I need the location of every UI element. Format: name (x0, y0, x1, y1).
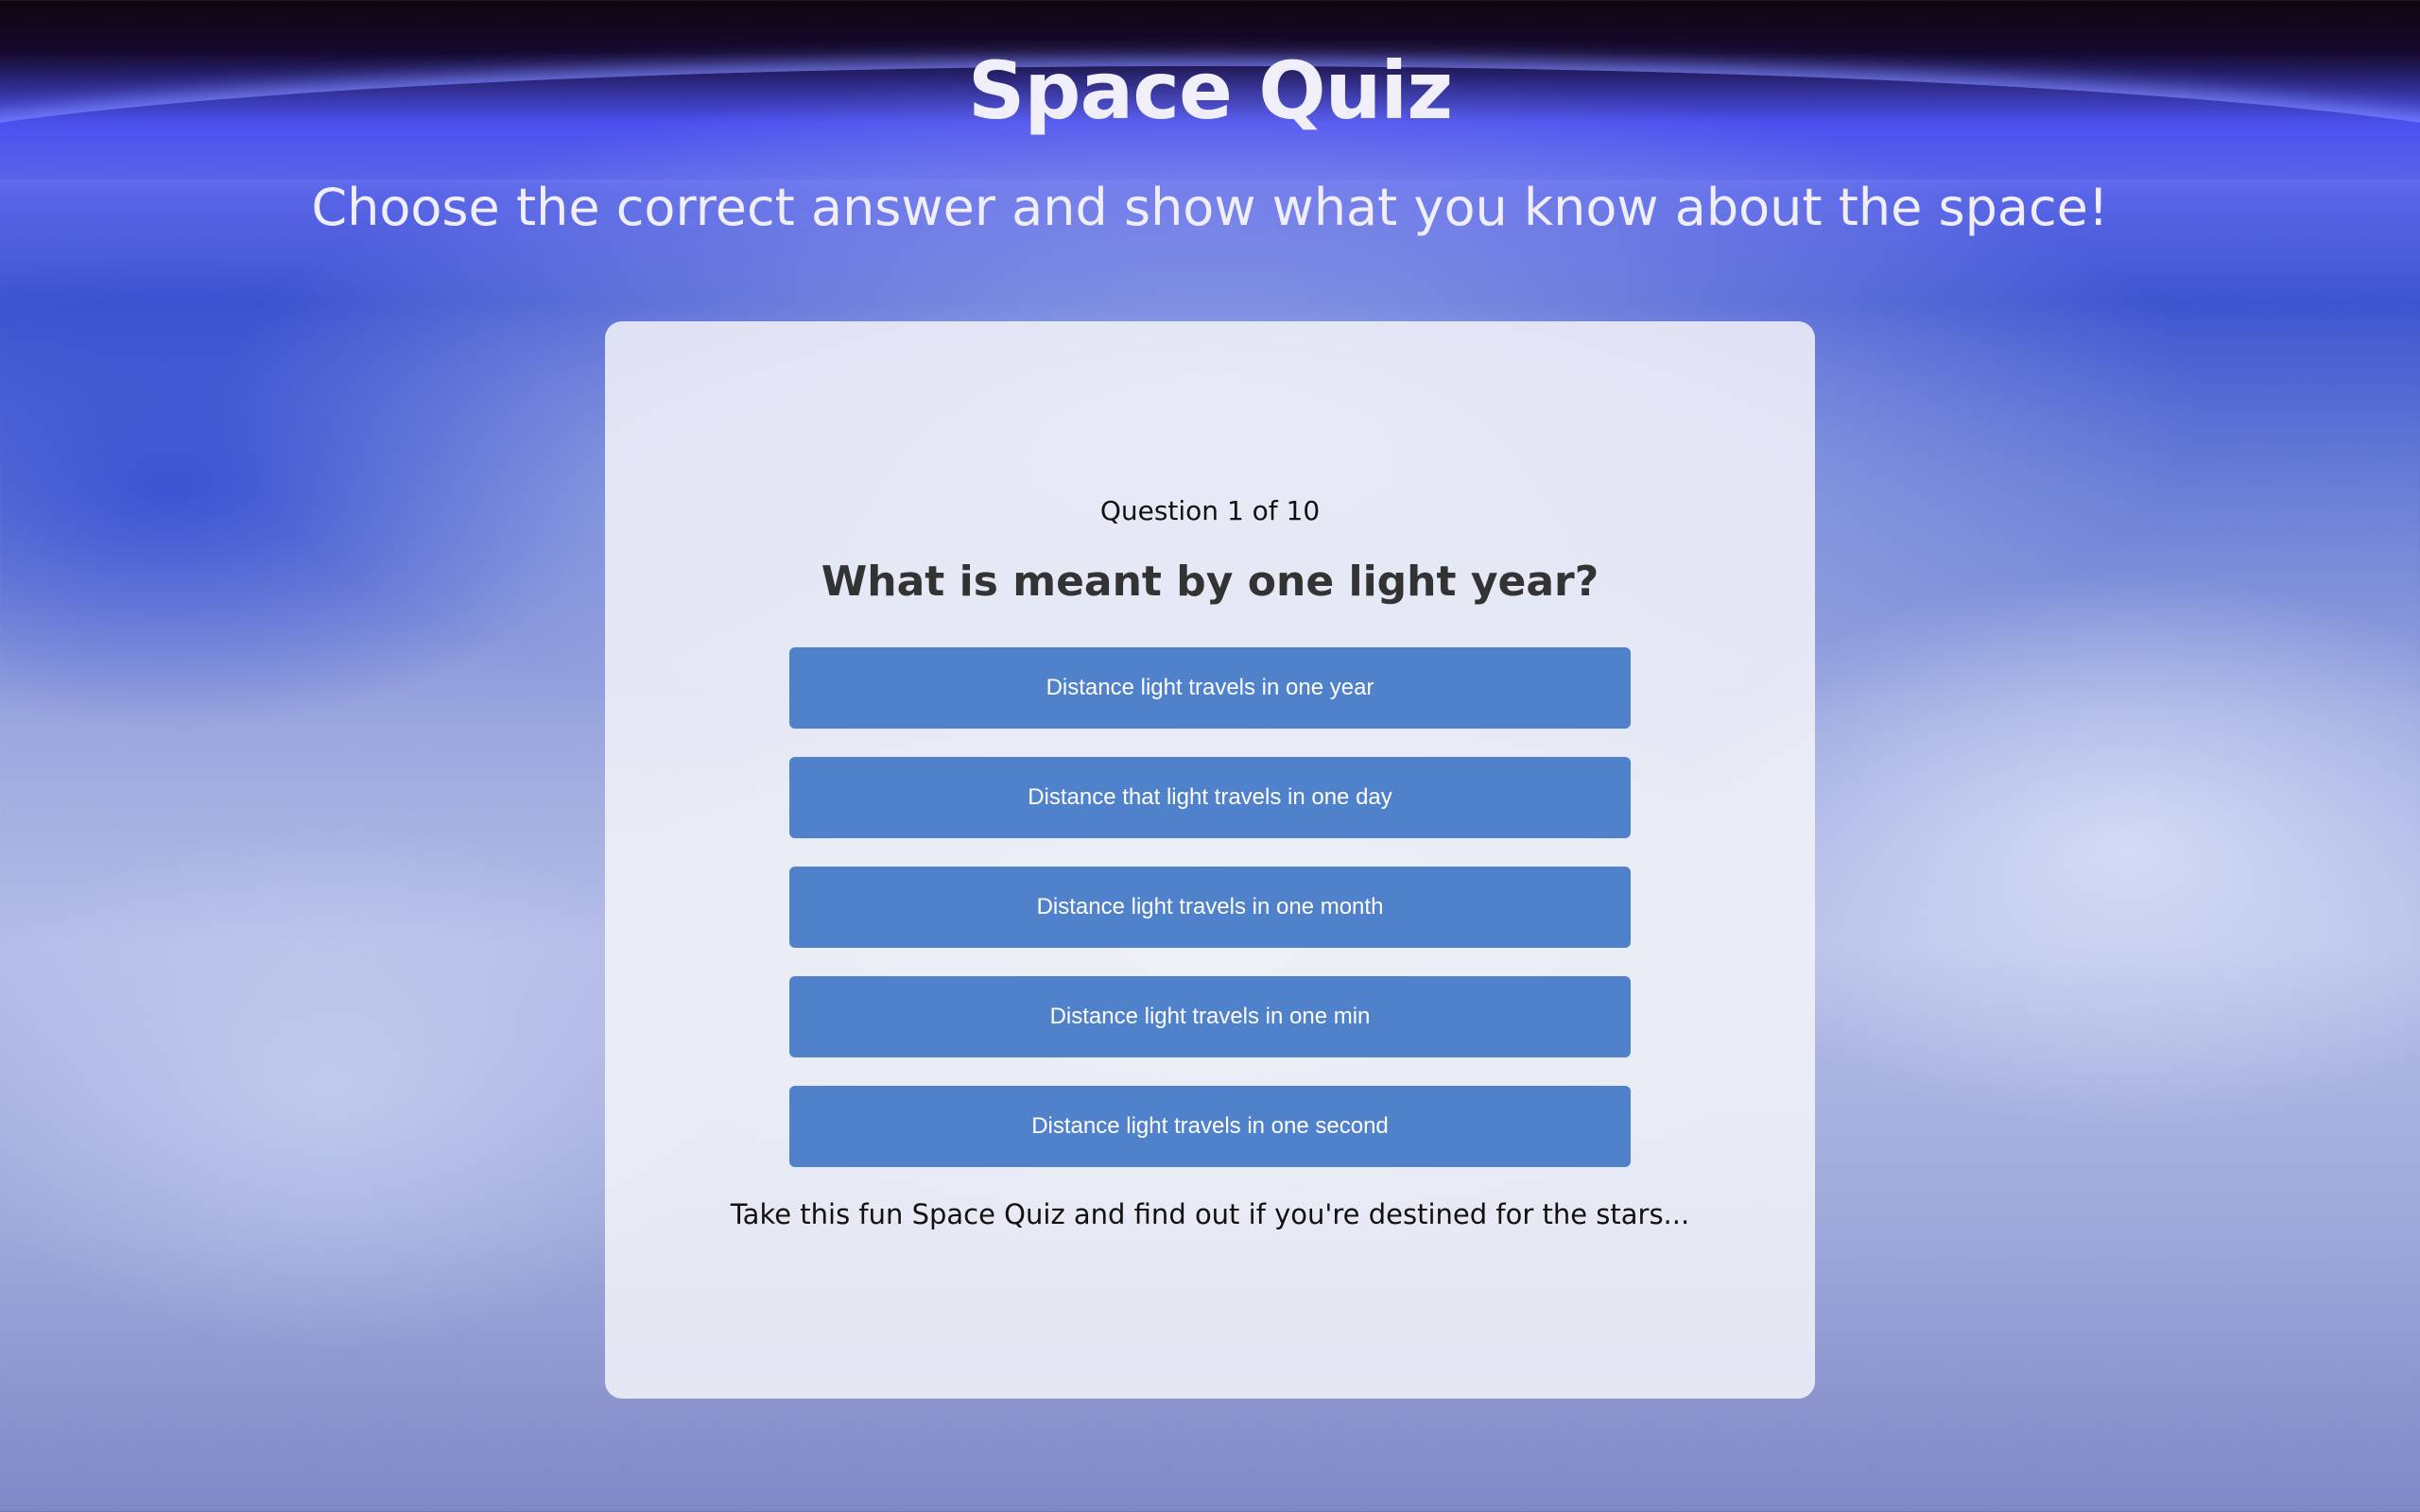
page-title: Space Quiz (967, 44, 1453, 137)
answer-button-1[interactable]: Distance light travels in one year (789, 647, 1631, 729)
question-progress: Question 1 of 10 (1099, 495, 1321, 526)
page-subtitle: Choose the correct answer and show what … (311, 178, 2109, 237)
answer-button-2[interactable]: Distance that light travels in one day (789, 757, 1631, 838)
quiz-card: Question 1 of 10 What is meant by one li… (605, 321, 1815, 1399)
answer-button-4[interactable]: Distance light travels in one min (789, 976, 1631, 1057)
question-text: What is meant by one light year? (821, 558, 1599, 606)
page-header: Space Quiz Choose the correct answer and… (0, 0, 2420, 236)
answer-list: Distance light travels in one year Dista… (789, 647, 1631, 1195)
answer-button-3[interactable]: Distance light travels in one month (789, 867, 1631, 948)
answer-button-5[interactable]: Distance light travels in one second (789, 1086, 1631, 1167)
quiz-tagline: Take this fun Space Quiz and find out if… (730, 1198, 1690, 1230)
